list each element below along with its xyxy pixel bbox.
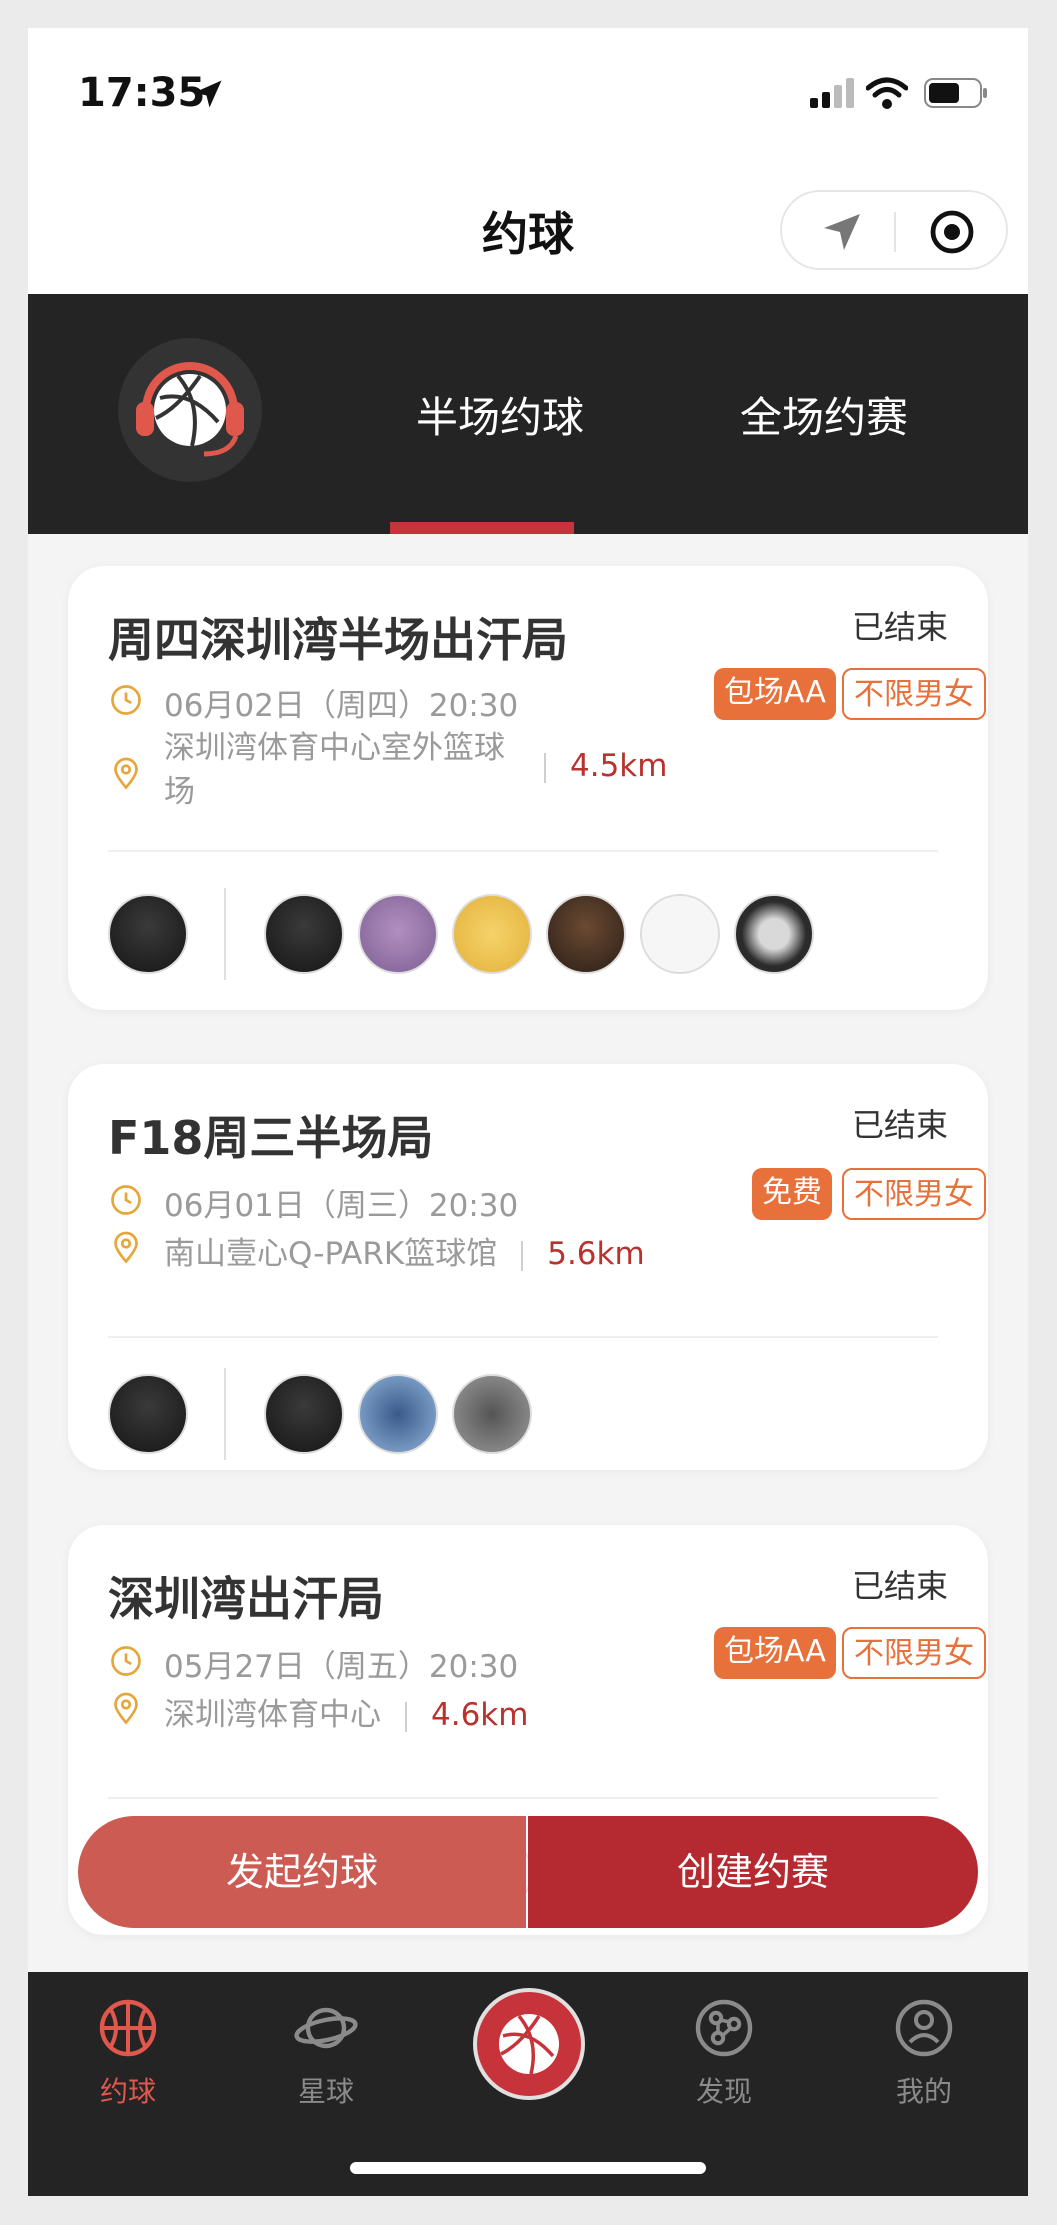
location-pin-icon <box>114 1692 138 1725</box>
discover-icon <box>695 1999 753 2057</box>
tab-discover[interactable]: 发现 <box>654 1996 794 2110</box>
participant-avatar[interactable] <box>358 1374 438 1454</box>
info-separator <box>521 1240 524 1271</box>
avatar-separator <box>224 888 226 980</box>
game-title: 周四深圳湾半场出汗局 <box>108 613 568 667</box>
distance-group: 4.5km <box>544 748 667 784</box>
game-title: 深圳湾出汗局 <box>108 1572 384 1626</box>
participant-avatar[interactable] <box>452 894 532 974</box>
game-datetime: 06月01日（周三）20:30 <box>164 1188 519 1224</box>
planet-icon <box>294 2007 358 2049</box>
gender-tag: 不限男女 <box>842 1168 986 1220</box>
navigation-arrow-icon[interactable] <box>818 208 866 256</box>
location-arrow-icon <box>194 80 222 108</box>
venue-distance: 4.6km <box>431 1697 529 1733</box>
status-time: 17:35 <box>78 70 206 116</box>
tab-label: 约球 <box>99 2075 156 2108</box>
basketball-headset-logo-icon <box>136 362 244 457</box>
venue-address: 深圳湾体育中心 <box>164 1697 381 1733</box>
card-divider <box>108 1336 938 1338</box>
game-status: 已结束 <box>851 1106 948 1144</box>
basketball-logo-icon <box>499 2014 559 2075</box>
organizer-avatar[interactable] <box>108 894 188 974</box>
battery-icon <box>924 78 987 108</box>
app-logo <box>118 338 262 482</box>
venue-distance: 4.5km <box>570 748 668 784</box>
venue-info: 深圳湾体育中心 4.6km <box>164 1689 528 1734</box>
venue-distance: 5.6km <box>547 1236 645 1272</box>
game-datetime: 06月02日（周四）20:30 <box>164 688 519 724</box>
create-match-button[interactable]: 创建约赛 <box>528 1816 978 1928</box>
location-pin-icon <box>114 1231 138 1264</box>
game-card[interactable]: F18周三半场局 已结束 免费 不限男女 06月01日（周三）20:30 南山壹… <box>68 1064 988 1470</box>
header-tabs: 半场约球 全场约赛 <box>28 294 1028 534</box>
venue-address: 深圳湾体育中心室外篮球场 <box>164 730 505 810</box>
info-separator <box>405 1701 407 1732</box>
active-tab-indicator <box>390 522 574 534</box>
start-game-button[interactable]: 发起约球 <box>78 1816 526 1928</box>
avatar-separator <box>224 1368 226 1460</box>
status-bar: 17:35 <box>28 28 1028 158</box>
close-target-icon[interactable] <box>928 208 976 256</box>
tab-profile[interactable]: 我的 <box>854 1996 994 2110</box>
clock-icon <box>111 685 141 715</box>
fee-tag: 免费 <box>752 1168 832 1220</box>
game-status: 已结束 <box>851 608 948 646</box>
organizer-avatar[interactable] <box>108 1374 188 1454</box>
profile-icon <box>895 1999 953 2057</box>
participant-avatar[interactable] <box>734 894 814 974</box>
gender-tag: 不限男女 <box>842 668 986 720</box>
gender-tag: 不限男女 <box>842 1627 986 1679</box>
clock-icon <box>111 1185 141 1215</box>
participant-avatar[interactable] <box>358 894 438 974</box>
home-indicator <box>350 2162 706 2174</box>
game-status: 已结束 <box>851 1567 948 1605</box>
venue-address: 南山壹心Q-PARK篮球馆 <box>164 1236 498 1272</box>
bottom-tab-bar: 约球 星球 发现 我的 <box>28 1972 1028 2196</box>
navigation-bar: 约球 <box>28 158 1028 294</box>
venue-info: 南山壹心Q-PARK篮球馆 5.6km <box>164 1228 645 1273</box>
info-separator <box>544 752 546 783</box>
fee-tag: 包场AA <box>714 668 836 720</box>
basketball-icon <box>99 1999 157 2057</box>
location-pin-icon <box>114 757 138 790</box>
game-title: F18周三半场局 <box>108 1111 434 1165</box>
participant-avatar[interactable] <box>264 1374 344 1454</box>
participant-avatar[interactable] <box>452 1374 532 1454</box>
mini-program-capsule <box>780 190 1008 270</box>
wifi-icon <box>866 77 908 109</box>
phone-screen: 17:35 约球 半场约球 全场约赛 周四深圳湾半场出汗局 已结束 包场AA 不… <box>28 28 1028 2196</box>
tab-label: 我的 <box>895 2075 952 2108</box>
card-divider <box>108 1797 938 1799</box>
tab-label: 发现 <box>695 2075 752 2108</box>
fee-tag: 包场AA <box>714 1627 836 1679</box>
participant-avatar[interactable] <box>264 894 344 974</box>
center-home-button[interactable] <box>473 1988 585 2100</box>
tab-half-court[interactable]: 半场约球 <box>416 384 584 445</box>
participant-avatar[interactable] <box>546 894 626 974</box>
game-location-row: 深圳湾体育中心室外篮球场 4.5km <box>108 726 988 826</box>
card-divider <box>108 850 938 852</box>
capsule-divider <box>894 212 896 252</box>
game-card[interactable]: 周四深圳湾半场出汗局 已结束 包场AA 不限男女 06月02日（周四）20:30… <box>68 566 988 1010</box>
game-datetime: 05月27日（周五）20:30 <box>164 1649 519 1685</box>
participant-avatar[interactable] <box>640 894 720 974</box>
clock-icon <box>111 1646 141 1676</box>
tab-yueqiu[interactable]: 约球 <box>58 1996 198 2110</box>
tab-full-court[interactable]: 全场约赛 <box>740 384 908 445</box>
tab-planet[interactable]: 星球 <box>256 1996 396 2110</box>
tab-label: 星球 <box>297 2075 354 2108</box>
cellular-signal-icon <box>810 78 854 108</box>
